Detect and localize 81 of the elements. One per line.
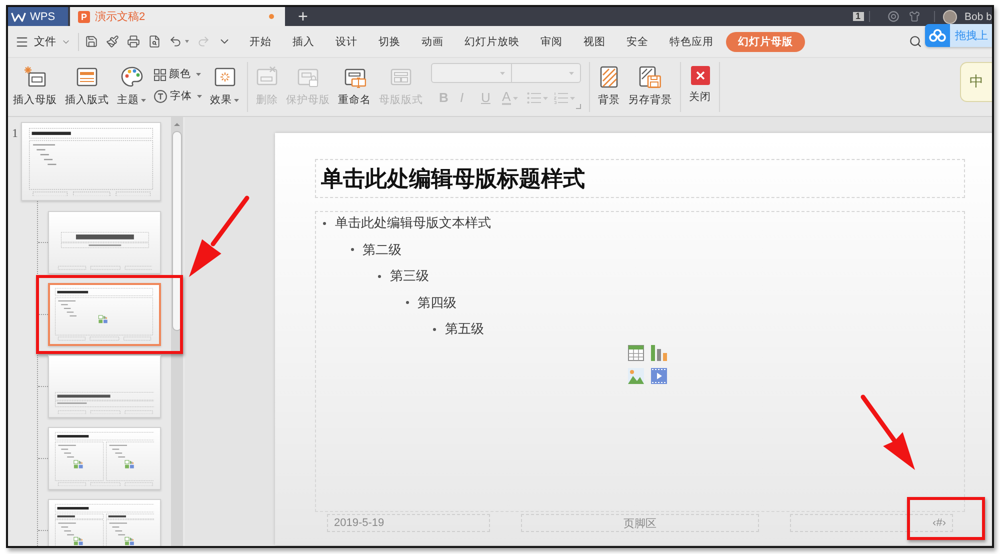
- scroll-up-icon[interactable]: [174, 123, 180, 126]
- input-method-indicator[interactable]: 中: [960, 62, 992, 102]
- caret-icon[interactable]: [185, 40, 189, 43]
- menu-tab[interactable]: 切换: [368, 32, 411, 52]
- paintbrush-icon[interactable]: [106, 35, 119, 48]
- slide-lock-icon: [297, 66, 319, 88]
- menu-tab[interactable]: 特色应用: [659, 32, 724, 52]
- ribbon-button[interactable]: 效果: [210, 58, 239, 107]
- slide-grid-icon: [390, 66, 412, 88]
- bullet-icon: [323, 222, 326, 225]
- file-search-icon[interactable]: [148, 35, 161, 48]
- caret-icon: [500, 72, 505, 74]
- bullet-icon: [350, 248, 354, 252]
- dialog-launcher-icon[interactable]: [576, 104, 581, 109]
- menu-tab[interactable]: 安全: [616, 32, 659, 52]
- slide-thumbnail[interactable]: [48, 283, 161, 346]
- search-icon[interactable]: [909, 35, 922, 48]
- palette-icon: [120, 66, 142, 88]
- scrollbar-thumb[interactable]: [172, 131, 182, 331]
- ribbon-button[interactable]: 背景: [598, 58, 620, 107]
- ribbon-button[interactable]: 关闭: [689, 58, 711, 104]
- four-squares-icon: [154, 68, 166, 80]
- title-text-field[interactable]: 单击此处编辑母版标题样式: [315, 159, 965, 198]
- logo-icon: [11, 12, 26, 22]
- ribbon-button[interactable]: 字体: [154, 90, 202, 103]
- file-type-mark: P: [78, 10, 90, 22]
- close-icon: [690, 66, 710, 85]
- outline-text: 第四级: [418, 294, 456, 312]
- circled-t-icon: [154, 90, 167, 103]
- sparkle-frame-icon: [214, 66, 236, 88]
- ribbon-button[interactable]: 主题: [117, 58, 146, 107]
- hatched-page-save-icon: [639, 66, 661, 88]
- bar-chart-icon[interactable]: [650, 344, 666, 360]
- message-count[interactable]: 1: [852, 12, 864, 21]
- slide-thumbnail[interactable]: [48, 355, 161, 418]
- slide-star-icon: [24, 66, 46, 88]
- hatched-square-icon: [600, 66, 618, 88]
- ring-icon[interactable]: [888, 11, 899, 22]
- slide-delete-icon: [256, 66, 278, 88]
- slide-number: 1: [11, 126, 19, 141]
- menu-icon: [15, 34, 29, 48]
- ribbon-button[interactable]: 插入母版: [13, 58, 57, 107]
- video-icon[interactable]: [650, 368, 666, 384]
- ribbon-button[interactable]: 插入版式: [65, 58, 109, 107]
- user-name[interactable]: Bob b: [964, 10, 992, 22]
- slide-layout-icon: [76, 66, 98, 88]
- slide-thumbnail[interactable]: [48, 427, 161, 490]
- new-tab-button[interactable]: +: [298, 7, 308, 26]
- menu-tab[interactable]: 插入: [282, 32, 325, 52]
- outline-text: 单击此处编辑母版文本样式: [335, 214, 491, 232]
- shirt-icon[interactable]: [908, 11, 920, 22]
- menu-tab[interactable]: 审阅: [530, 32, 573, 52]
- bullet-icon: [378, 274, 381, 278]
- outline-text: 第五级: [445, 320, 484, 338]
- app-tab[interactable]: WPS: [8, 7, 68, 26]
- avatar-icon[interactable]: [942, 10, 957, 24]
- bullet-icon: [433, 328, 436, 331]
- undo-icon[interactable]: [169, 35, 182, 48]
- printer-icon[interactable]: [127, 35, 140, 48]
- outline-text: 第二级: [362, 240, 402, 259]
- menu-tab[interactable]: 动画: [411, 32, 454, 52]
- table-icon[interactable]: [628, 344, 644, 360]
- outline-text: 第三级: [390, 267, 429, 286]
- bullet-icon: [406, 301, 408, 304]
- caret-icon: [569, 72, 574, 74]
- ribbon-button[interactable]: 另存背景: [628, 58, 672, 107]
- menu-tab[interactable]: 幻灯片放映: [454, 32, 530, 52]
- file-menu-button[interactable]: 文件: [15, 34, 71, 49]
- save-icon[interactable]: [85, 35, 98, 48]
- ribbon-button[interactable]: 重命名: [338, 58, 371, 107]
- picture-icon[interactable]: [628, 368, 644, 384]
- slide-thumbnail[interactable]: [48, 211, 161, 274]
- ribbon-button[interactable]: 颜色: [154, 68, 202, 81]
- menu-tab[interactable]: 设计: [325, 32, 368, 52]
- scrollbar-track[interactable]: [171, 117, 183, 546]
- slide-thumbnail[interactable]: [48, 499, 161, 546]
- cloud-icon: [929, 29, 946, 42]
- menu-tab[interactable]: 视图: [573, 32, 616, 52]
- menu-tab[interactable]: 开始: [239, 32, 282, 52]
- slide-rename-icon: [344, 66, 366, 88]
- slide-thumbnail[interactable]: [21, 122, 161, 201]
